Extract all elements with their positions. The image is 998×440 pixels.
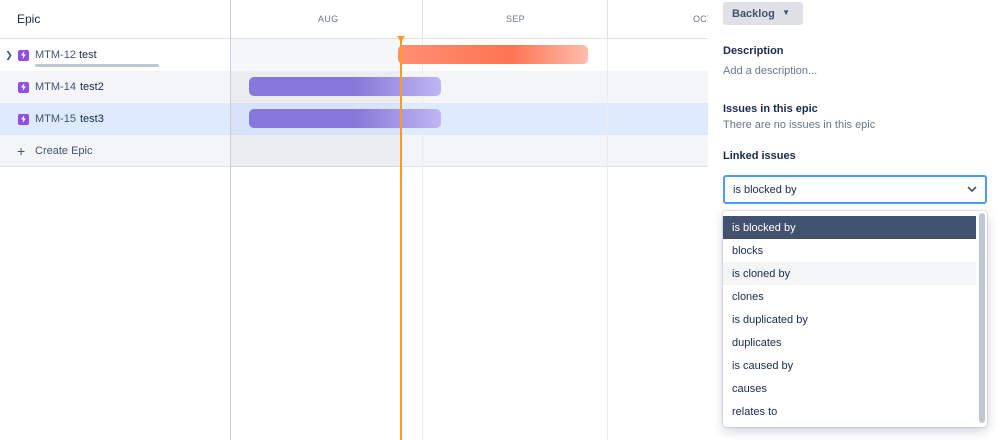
- create-epic-button[interactable]: + Create Epic: [0, 135, 230, 167]
- issues-title: Issues in this epic: [723, 103, 818, 115]
- month-divider: [607, 0, 608, 39]
- epic-name[interactable]: test: [79, 49, 97, 61]
- month-label: OCT: [693, 14, 708, 24]
- menu-option-duplicates[interactable]: duplicates: [723, 331, 976, 354]
- epic-key[interactable]: MTM-14: [35, 81, 76, 93]
- description-title: Description: [723, 45, 784, 57]
- epic-column-header: Epic: [0, 0, 230, 39]
- menu-option-is-cloned-by[interactable]: is cloned by: [723, 262, 976, 285]
- linked-issues-title: Linked issues: [723, 150, 796, 162]
- epic-detail-panel: Backlog ▼ Description Add a description.…: [708, 0, 998, 440]
- month-label: AUG: [318, 14, 339, 24]
- epic-row-selected[interactable]: MTM-15 test3: [0, 103, 230, 135]
- epic-column: Epic ❯ MTM-12 test MTM-14 test2 MTM-15 t…: [0, 0, 231, 440]
- chevron-down-icon: ▼: [782, 8, 790, 17]
- menu-option-is-caused-by[interactable]: is caused by: [723, 354, 976, 377]
- menu-option-causes[interactable]: causes: [723, 377, 976, 400]
- today-marker-line: [400, 39, 402, 440]
- today-marker-icon: [397, 36, 405, 42]
- menu-option-blocks[interactable]: blocks: [723, 239, 976, 262]
- menu-option-clones[interactable]: clones: [723, 285, 976, 308]
- epic-bar[interactable]: [398, 45, 588, 64]
- timeline: AUG SEP OCT: [231, 0, 708, 440]
- timeline-header: AUG SEP OCT: [231, 0, 708, 39]
- epic-key[interactable]: MTM-15: [35, 113, 76, 125]
- epic-row[interactable]: MTM-14 test2: [0, 71, 230, 103]
- create-epic-label: Create Epic: [35, 144, 93, 157]
- menu-option-is-duplicated-by[interactable]: is duplicated by: [723, 308, 976, 331]
- month-divider: [607, 0, 608, 440]
- menu-scrollbar[interactable]: [979, 213, 985, 423]
- month-divider: [422, 0, 423, 39]
- description-field[interactable]: Add a description...: [723, 65, 817, 77]
- epic-name[interactable]: test3: [80, 113, 104, 125]
- chevron-right-icon[interactable]: ❯: [4, 50, 14, 61]
- epic-lightning-icon: [18, 49, 29, 61]
- plus-icon: +: [17, 142, 26, 159]
- epic-name[interactable]: test2: [80, 81, 104, 93]
- link-type-select[interactable]: is blocked by: [723, 175, 987, 204]
- epic-lightning-icon: [18, 81, 29, 93]
- epic-key[interactable]: MTM-12: [35, 49, 76, 61]
- epic-header-label: Epic: [17, 12, 41, 26]
- status-label: Backlog: [732, 7, 775, 20]
- menu-option-relates-to[interactable]: relates to: [723, 400, 976, 423]
- epic-lightning-icon: [18, 113, 29, 125]
- epic-progress-bar: [35, 64, 159, 67]
- chevron-down-icon: [967, 186, 977, 193]
- link-type-value: is blocked by: [733, 183, 797, 196]
- issues-empty-text: There are no issues in this epic: [723, 119, 876, 131]
- menu-option-is-blocked-by[interactable]: is blocked by: [723, 216, 976, 239]
- status-dropdown-button[interactable]: Backlog ▼: [723, 2, 803, 25]
- link-type-menu: is blocked by blocks is cloned by clones…: [723, 211, 987, 427]
- month-label: SEP: [506, 14, 525, 24]
- epic-bar[interactable]: [249, 109, 441, 128]
- epic-bar[interactable]: [249, 77, 441, 96]
- past-period-shade: [231, 39, 400, 167]
- month-divider: [422, 0, 423, 440]
